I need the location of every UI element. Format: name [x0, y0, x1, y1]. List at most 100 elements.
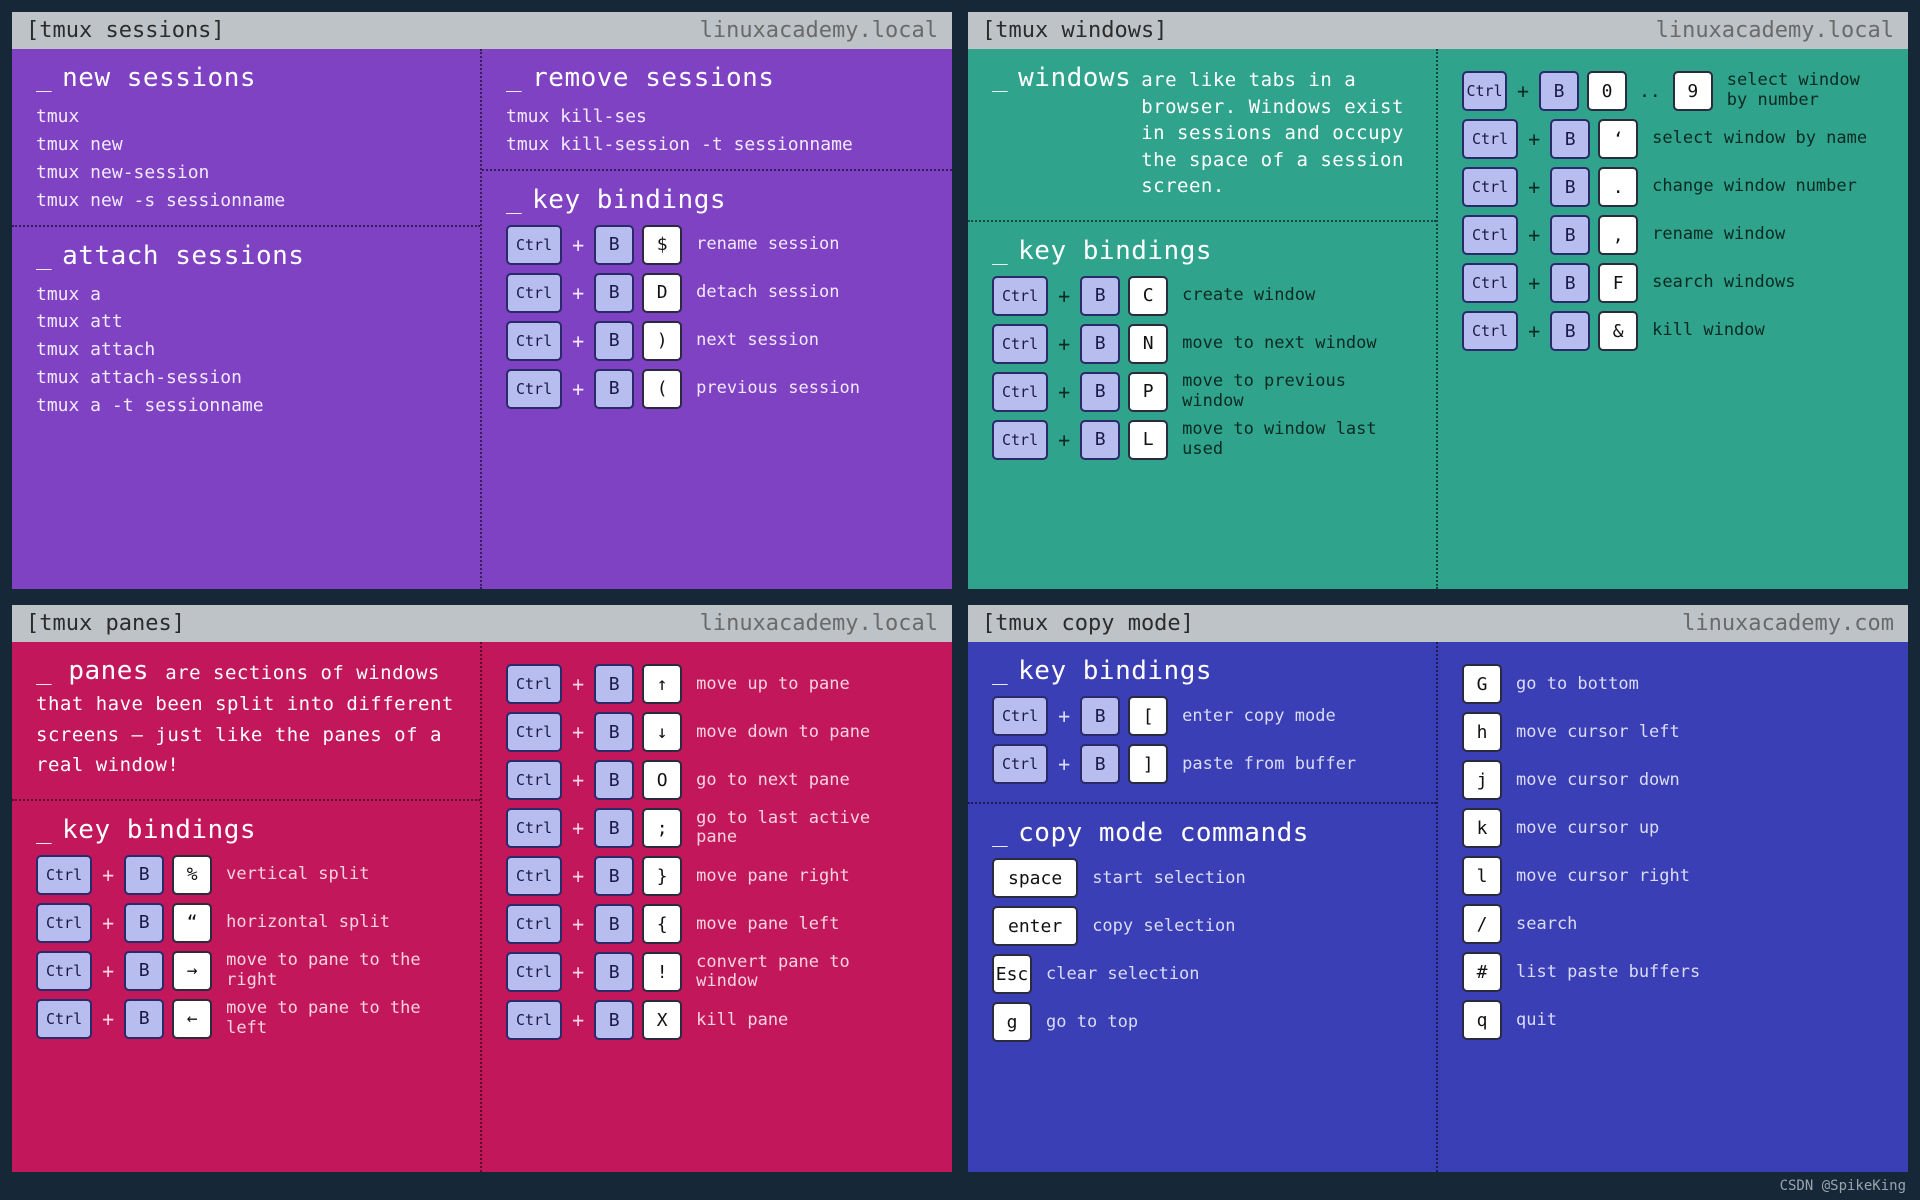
keycap: B [1550, 263, 1590, 303]
keycap: B [594, 904, 634, 944]
keycap: G [1462, 664, 1502, 704]
keycap: Ctrl [992, 324, 1048, 364]
keybinding-row: Ctrl+B [enter copy mode [992, 696, 1418, 736]
keycap: Ctrl [506, 1000, 562, 1040]
keycap: Ctrl [36, 951, 92, 991]
keycap: & [1598, 311, 1638, 351]
keybinding-row: Ctrl+B Lmove to window last used [992, 420, 1418, 460]
keycap: ‘ [1598, 119, 1638, 159]
keycap: ← [172, 999, 212, 1039]
keycap: [ [1128, 696, 1168, 736]
keybinding-row: /search [1462, 904, 1890, 944]
keybinding-row: Escclear selection [992, 954, 1418, 994]
keycap: B [594, 808, 634, 848]
keycap: B [594, 952, 634, 992]
title: [tmux copy mode] [982, 611, 1194, 636]
keycap: ( [642, 369, 682, 409]
keybinding-row: Ctrl+B ←move to pane to the left [36, 999, 462, 1039]
keybinding-row: Ctrl+B Ogo to next pane [506, 760, 934, 800]
keybinding-row: kmove cursor up [1462, 808, 1890, 848]
keycap: ] [1128, 744, 1168, 784]
keycap: Esc [992, 954, 1032, 994]
keybinding-row: Ctrl+B ,rename window [1462, 215, 1890, 255]
kb-list: Ctrl+B $rename session Ctrl+B Ddetach ses… [506, 225, 934, 409]
keybinding-row: Ctrl+B %vertical split [36, 855, 462, 895]
keycap: Ctrl [506, 904, 562, 944]
titlebar: [tmux copy mode] linuxacademy.com [968, 605, 1908, 642]
keycap: B [1080, 696, 1120, 736]
keybinding-row: Ctrl+B !convert pane to window [506, 952, 934, 992]
keycap: Ctrl [506, 664, 562, 704]
keybinding-row: hmove cursor left [1462, 712, 1890, 752]
keycap: B [594, 225, 634, 265]
keycap: B [1080, 276, 1120, 316]
title: [tmux sessions] [26, 18, 225, 43]
keycap: B [594, 664, 634, 704]
keycap: F [1598, 263, 1638, 303]
keybinding-row: Ctrl+B {move pane left [506, 904, 934, 944]
keycap: B [124, 903, 164, 943]
keycap: D [642, 273, 682, 313]
keycap: Ctrl [992, 696, 1048, 736]
keycap: C [1128, 276, 1168, 316]
keycap: ↓ [642, 712, 682, 752]
keybinding-row: Ctrl+B &kill window [1462, 311, 1890, 351]
keycap: % [172, 855, 212, 895]
keycap: B [1080, 744, 1120, 784]
keycap: $ [642, 225, 682, 265]
keybinding-row: Ctrl+B .change window number [1462, 167, 1890, 207]
keycap: Ctrl [506, 369, 562, 409]
keybinding-row: jmove cursor down [1462, 760, 1890, 800]
keycap: Ctrl [1462, 311, 1518, 351]
keycap: Ctrl [1462, 119, 1518, 159]
keybinding-row: Ctrl+B Xkill pane [506, 1000, 934, 1040]
keycap: B [1080, 420, 1120, 460]
keycap: L [1128, 420, 1168, 460]
keybinding-row: Ctrl+B Pmove to previous window [992, 372, 1418, 412]
keycap: B [1550, 119, 1590, 159]
keycap: B [1080, 372, 1120, 412]
card-copy: [tmux copy mode] linuxacademy.com _key b… [968, 605, 1908, 1172]
keybinding-row: spacestart selection [992, 858, 1418, 898]
keycap: space [992, 858, 1078, 898]
keybinding-row: qquit [1462, 1000, 1890, 1040]
keybinding-row: Ctrl+B $rename session [506, 225, 934, 265]
title: [tmux windows] [982, 18, 1167, 43]
host: linuxacademy.local [1656, 18, 1894, 43]
keycap: } [642, 856, 682, 896]
keycap: l [1462, 856, 1502, 896]
keycap: B [594, 1000, 634, 1040]
keybinding-row: Ctrl+B Ccreate window [992, 276, 1418, 316]
keycap: B [594, 273, 634, 313]
keycap: Ctrl [1462, 167, 1518, 207]
keycap: ! [642, 952, 682, 992]
keycap: 0 [1587, 71, 1627, 111]
keycap: N [1128, 324, 1168, 364]
keycap: B [124, 951, 164, 991]
keycap: B [1550, 311, 1590, 351]
remove-cmds: tmux kill-sestmux kill-session -t sessio… [506, 103, 934, 159]
keycap: B [124, 855, 164, 895]
keycap: Ctrl [506, 808, 562, 848]
keycap: Ctrl [506, 225, 562, 265]
keybinding-row: Ctrl+B Ddetach session [506, 273, 934, 313]
keybinding-row: Ctrl+B “horizontal split [36, 903, 462, 943]
keycap: B [594, 712, 634, 752]
keycap: Ctrl [36, 903, 92, 943]
keybinding-row: Ctrl+B 0..9select window by number [1462, 71, 1890, 111]
keycap: ↑ [642, 664, 682, 704]
keycap: P [1128, 372, 1168, 412]
keycap: Ctrl [992, 276, 1048, 316]
keybinding-row: lmove cursor right [1462, 856, 1890, 896]
titlebar: [tmux sessions] linuxacademy.local [12, 12, 952, 49]
keycap: B [1550, 167, 1590, 207]
keycap: Ctrl [506, 712, 562, 752]
keybinding-row: Ctrl+B ;go to last active pane [506, 808, 934, 848]
keycap: Ctrl [506, 760, 562, 800]
footer-credit: CSDN @SpikeKing [1780, 1178, 1906, 1194]
keycap: B [594, 856, 634, 896]
keycap: h [1462, 712, 1502, 752]
keybinding-row: Ctrl+B ↓move down to pane [506, 712, 934, 752]
keycap: Ctrl [992, 372, 1048, 412]
keybinding-row: #list paste buffers [1462, 952, 1890, 992]
